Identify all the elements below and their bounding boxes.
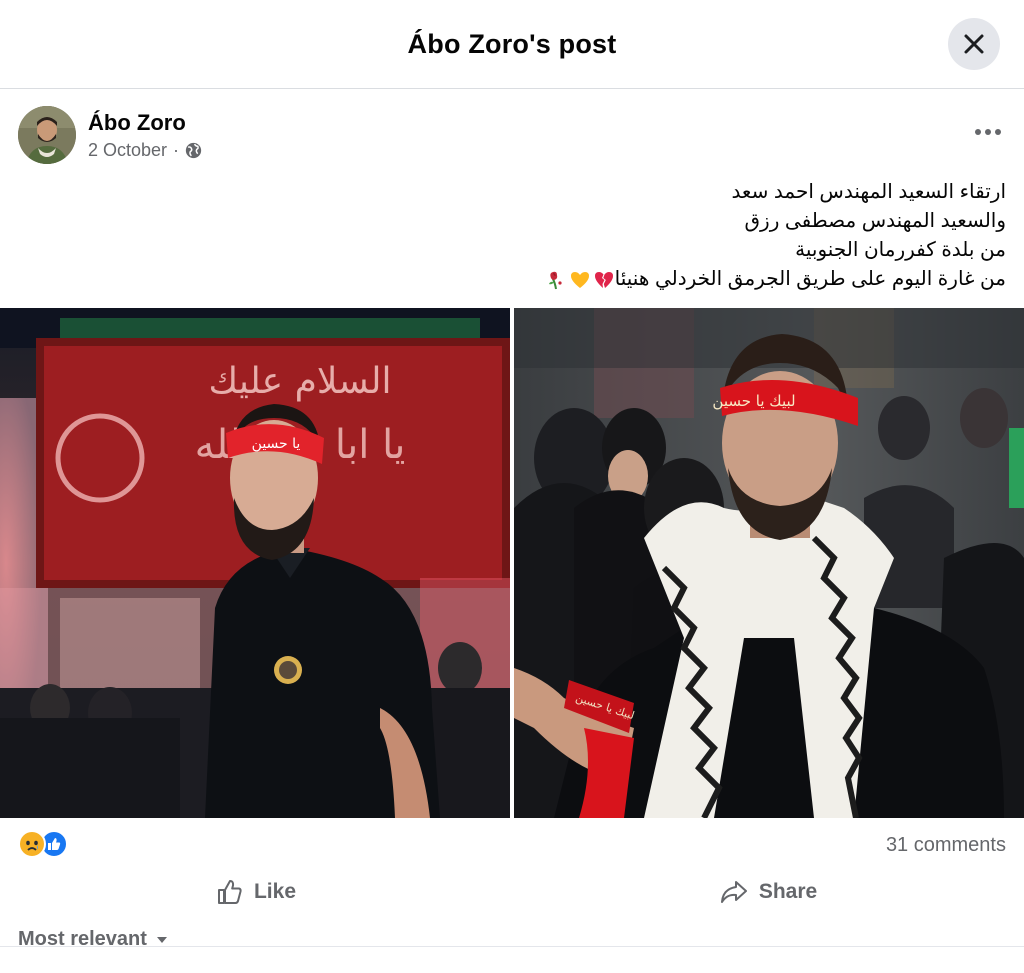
photo-grid: السلام عليك يا ابا عبد الله يا حسين bbox=[0, 308, 1024, 818]
sad-reaction-icon bbox=[18, 830, 46, 858]
dialog-title: Ábo Zoro's post bbox=[407, 28, 617, 59]
dialog-header: Ábo Zoro's post bbox=[0, 0, 1024, 89]
share-label: Share bbox=[758, 880, 818, 903]
share-icon bbox=[720, 881, 747, 903]
wilted-rose-icon bbox=[548, 271, 562, 289]
post-text-line-last: من غارة اليوم على طريق الجرمق الخردلي هن… bbox=[246, 265, 1006, 294]
post-header: Ábo Zoro 2 October · bbox=[18, 106, 1008, 166]
more-options-button[interactable] bbox=[968, 116, 1008, 148]
right-headband-text: لبيك يا حسين bbox=[712, 392, 795, 410]
action-bar: Like Share bbox=[0, 868, 1024, 916]
left-headband-text: يا حسين bbox=[252, 436, 301, 452]
caret-down-icon bbox=[156, 936, 167, 943]
post-dialog: Ábo Zoro's post Ábo Zoro 2 October · ارت… bbox=[0, 0, 1024, 973]
meta-separator: · bbox=[173, 140, 180, 160]
globe-icon bbox=[185, 142, 202, 159]
post-text-line: من غارة اليوم على طريق الجرمق الخردلي هن… bbox=[614, 268, 1006, 290]
post-date[interactable]: 2 October bbox=[88, 140, 167, 161]
avatar[interactable] bbox=[18, 106, 76, 164]
post-text-line: ارتقاء السعيد المهندس احمد سعد bbox=[731, 181, 1006, 203]
reaction-summary[interactable] bbox=[18, 830, 68, 858]
post-text-line: والسعيد المهندس مصطفى رزق bbox=[744, 210, 1006, 232]
yellow-heart-icon bbox=[570, 271, 589, 288]
close-icon bbox=[964, 34, 984, 54]
photo-right[interactable]: لبيك يا حسين لبيك يا حسين bbox=[514, 308, 1024, 818]
photo-left[interactable]: السلام عليك يا ابا عبد الله يا حسين bbox=[0, 308, 510, 818]
post-text: ارتقاء السعيد المهندس احمد سعد والسعيد ا… bbox=[246, 178, 1006, 294]
author-name[interactable]: Ábo Zoro bbox=[88, 110, 186, 136]
emoji-row bbox=[545, 269, 615, 291]
post-meta: 2 October · bbox=[88, 140, 202, 161]
like-button[interactable]: Like bbox=[0, 868, 512, 916]
broken-heart-icon bbox=[594, 271, 613, 288]
close-button[interactable] bbox=[948, 18, 1000, 70]
comments-count[interactable]: 31 comments bbox=[886, 834, 1006, 857]
like-label: Like bbox=[253, 880, 297, 903]
share-button[interactable]: Share bbox=[512, 868, 1024, 916]
svg-text:السلام عليك: السلام عليك bbox=[209, 361, 392, 402]
more-dots-icon bbox=[975, 129, 1001, 135]
post-text-line: من بلدة كفررمان الجنوبية bbox=[795, 239, 1006, 261]
thumbs-up-icon bbox=[217, 880, 242, 904]
bottom-fade bbox=[0, 946, 1024, 973]
